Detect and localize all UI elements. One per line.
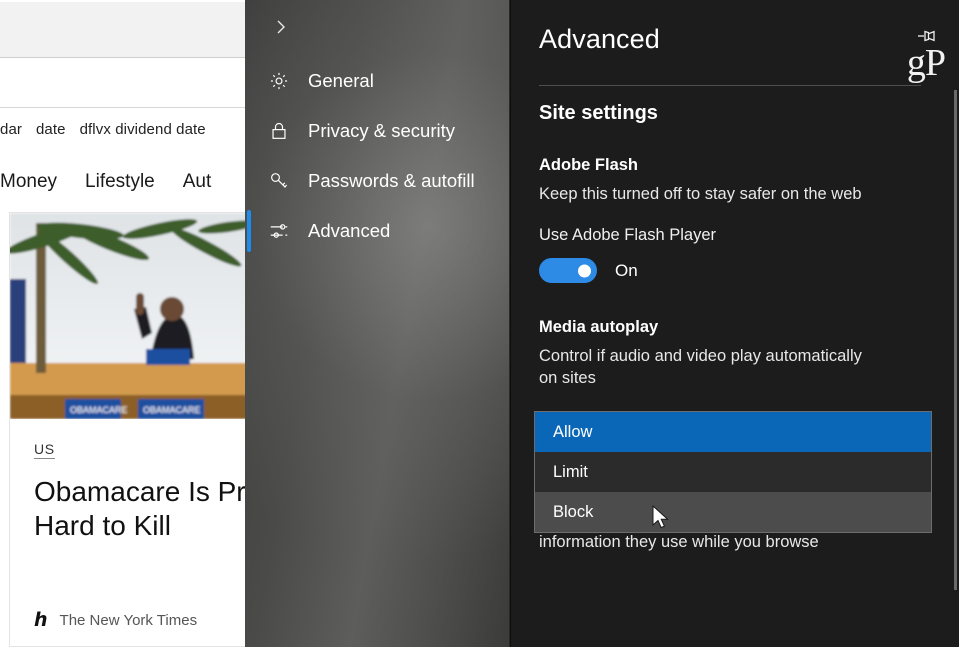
news-caption: US Obamacare Is Pr Hard to Kill 𝙝 The Ne… xyxy=(10,419,250,646)
selection-indicator xyxy=(247,210,251,252)
site-nav: Money Lifestyle Aut xyxy=(0,158,250,206)
search-suggestion-2[interactable]: dflvx dividend date xyxy=(80,121,206,138)
search-suggestion-1[interactable]: date xyxy=(36,121,66,138)
browser-toolbar-strip xyxy=(0,2,250,58)
settings-menu-list: General Privacy & security Passwords & a… xyxy=(245,56,510,256)
sidebar-item-label: Advanced xyxy=(308,220,391,241)
menu-back-button[interactable] xyxy=(257,8,305,50)
toggle-knob xyxy=(578,264,591,277)
sliders-icon xyxy=(266,218,292,244)
watermark-logo: gP xyxy=(906,42,946,84)
page-title: Advanced xyxy=(539,24,660,54)
svg-text:OBAMACARE: OBAMACARE xyxy=(143,405,201,415)
news-photo: OBAMACARE OBAMACARE xyxy=(10,213,250,419)
pane-scrollbar[interactable] xyxy=(954,90,957,590)
group-heading-adobe-flash: Adobe Flash xyxy=(539,156,639,174)
media-autoplay-dropdown[interactable]: Allow Limit Block xyxy=(534,411,932,533)
dropdown-option-allow[interactable]: Allow xyxy=(535,412,931,452)
news-headline-line1: Obamacare Is Pr xyxy=(34,476,246,507)
svg-text:OBAMACARE: OBAMACARE xyxy=(70,405,128,415)
toggle-label-use-flash: Use Adobe Flash Player xyxy=(539,226,717,244)
group-description-media-autoplay-line2: on sites xyxy=(539,369,596,387)
sidebar-item-general[interactable]: General xyxy=(245,56,510,106)
key-icon xyxy=(266,168,292,194)
search-suggestion-row: dar date dflvx dividend date xyxy=(0,112,250,146)
lock-icon xyxy=(266,118,292,144)
group-description-permissions: information they use while you browse xyxy=(539,533,819,551)
news-kicker[interactable]: US xyxy=(34,441,55,459)
toggle-state-label: On xyxy=(615,260,638,280)
news-source: 𝙝 The New York Times xyxy=(34,609,197,632)
news-headline-line2: Hard to Kill xyxy=(34,510,171,542)
section-title-site-settings: Site settings xyxy=(539,102,658,124)
news-card[interactable]: OBAMACARE OBAMACARE US Obamacare Is Pr H… xyxy=(9,212,250,647)
sidebar-item-advanced[interactable]: Advanced xyxy=(245,206,510,256)
browser-window: dar date dflvx dividend date Money Lifes… xyxy=(0,0,959,647)
sidebar-item-privacy-security[interactable]: Privacy & security xyxy=(245,106,510,156)
chevron-right-icon xyxy=(271,17,291,42)
dropdown-option-limit[interactable]: Limit xyxy=(535,452,931,492)
sidebar-item-label: Privacy & security xyxy=(308,120,456,141)
header-divider xyxy=(539,85,921,86)
group-description-adobe-flash: Keep this turned off to stay safer on th… xyxy=(539,185,862,203)
search-suggestion-0[interactable]: dar xyxy=(0,121,22,138)
gear-icon xyxy=(266,68,292,94)
news-source-label: The New York Times xyxy=(59,612,198,629)
use-adobe-flash-player-toggle[interactable] xyxy=(539,258,597,283)
flash-toggle-row: On xyxy=(539,258,638,283)
nav-link-auto[interactable]: Aut xyxy=(183,171,212,193)
sidebar-item-passwords-autofill[interactable]: Passwords & autofill xyxy=(245,156,510,206)
news-headline[interactable]: Obamacare Is Pr Hard to Kill xyxy=(34,475,246,543)
nav-link-money[interactable]: Money xyxy=(0,171,57,193)
sidebar-item-label: Passwords & autofill xyxy=(308,170,475,191)
group-heading-media-autoplay: Media autoplay xyxy=(539,318,659,336)
webpage-content: dar date dflvx dividend date Money Lifes… xyxy=(0,0,250,647)
group-description-media-autoplay-line1: Control if audio and video play automati… xyxy=(539,347,862,365)
settings-menu-panel: General Privacy & security Passwords & a… xyxy=(245,0,510,647)
browser-secondary-strip xyxy=(0,60,250,108)
sidebar-item-label: General xyxy=(308,70,374,91)
nyt-logo-icon: 𝙝 xyxy=(34,610,48,631)
advanced-settings-pane: Advanced gP Site settings Adobe Flash Ke… xyxy=(510,0,959,647)
dropdown-option-block[interactable]: Block xyxy=(535,492,931,532)
nav-link-lifestyle[interactable]: Lifestyle xyxy=(85,171,155,193)
